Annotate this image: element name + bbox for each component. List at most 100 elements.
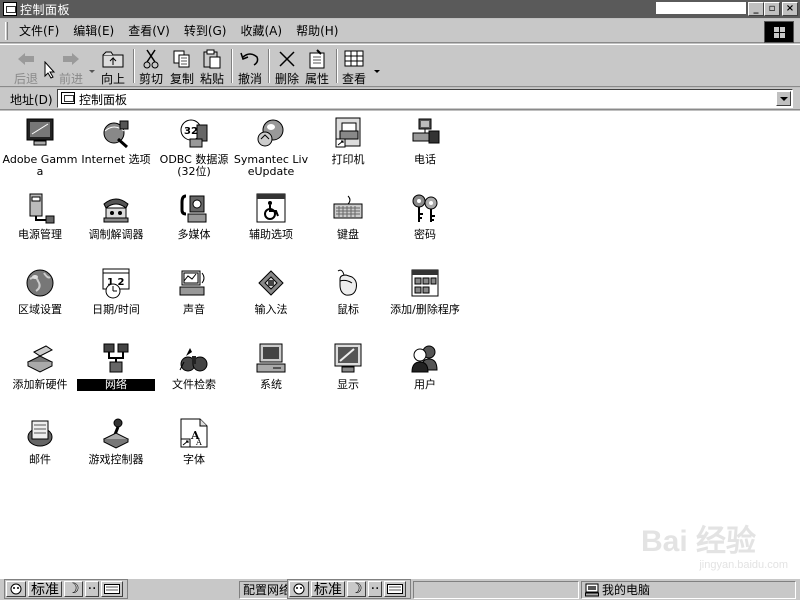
cp-item-telephony[interactable]: 电话 [386,116,464,166]
punctuation-icon[interactable]: ·· [367,581,383,597]
back-arrow-icon [16,49,36,69]
toolbar-separator [268,49,270,83]
ime-toolbar[interactable]: 标准 ☽ ·· [287,579,411,599]
binoculars-icon [177,341,211,375]
views-grid-icon [344,49,364,69]
soft-keyboard-icon[interactable] [384,581,407,597]
cp-item-multimedia[interactable]: 多媒体 [155,191,233,241]
cp-item-fonts[interactable]: AA 字体 [155,416,233,466]
icon-view: Adobe Gamma Internet 选项 32 ODBC 数据源 (32位… [0,111,800,578]
cp-item-sounds[interactable]: 声音 [155,266,233,316]
cp-item-accessibility[interactable]: 辅助选项 [232,191,310,241]
item-label: 添加/删除程序 [390,303,460,316]
properties-label: 属性 [304,72,329,86]
views-dropdown-icon[interactable] [374,63,380,77]
cp-item-printers[interactable]: 打印机 [309,116,387,166]
globe-update-icon [254,116,288,150]
cp-item-keyboard[interactable]: 键盘 [309,191,387,241]
address-value: 控制面板 [79,93,128,107]
cp-item-add-remove-programs[interactable]: 添加/删除程序 [386,266,464,316]
delete-label: 删除 [274,72,299,86]
item-label: 显示 [337,378,359,391]
cp-item-internet-options[interactable]: Internet 选项 [77,116,155,166]
ime-mode-label[interactable]: 标准 [28,581,62,598]
properties-button[interactable]: 属性 [303,49,331,87]
toolbar-separator [336,49,338,83]
forward-dropdown-icon[interactable] [89,63,95,77]
undo-button[interactable]: 撤消 [236,49,264,87]
menu-file[interactable]: 文件(F) [12,22,66,39]
cp-item-passwords[interactable]: 密码 [386,191,464,241]
up-button[interactable]: 向上 [99,49,127,87]
accessibility-icon [254,191,288,225]
forward-button[interactable]: 前进 [56,49,86,87]
restore-button[interactable]: ▫ [764,2,780,16]
mail-icon [23,416,57,450]
ime-mode-label[interactable]: 标准 [311,581,345,598]
cp-item-network[interactable]: 网络 [77,341,155,391]
address-dropdown-button[interactable] [776,91,791,106]
cp-item-power-management[interactable]: 电源管理 [1,191,79,241]
menu-grip [5,21,8,40]
close-button[interactable]: × [782,2,798,16]
cp-item-system[interactable]: 系统 [232,341,310,391]
add-remove-icon [408,266,442,300]
half-width-moon-icon[interactable]: ☽ [347,581,366,597]
soft-keyboard-icon[interactable] [101,581,124,597]
paste-button[interactable]: 粘贴 [198,49,226,87]
copy-button[interactable]: 复制 [168,49,196,87]
cut-button[interactable]: 剪切 [137,49,165,87]
ime-logo-icon[interactable] [289,581,309,597]
odbc-icon: 32 [177,116,211,150]
up-label: 向上 [100,72,125,86]
back-label: 后退 [13,72,38,86]
cp-item-adobe-gamma[interactable]: Adobe Gamma [1,116,79,178]
minimize-button[interactable]: _ [748,2,764,16]
menu-edit[interactable]: 编辑(E) [66,22,121,39]
title-bar-strip [656,2,746,14]
cp-item-modems[interactable]: 调制解调器 [77,191,155,241]
baidu-watermark: Bai 经验 [640,525,756,558]
ime-toolbar[interactable]: 标准 ☽ ·· [4,579,128,599]
item-label: 多媒体 [177,228,211,241]
forward-label: 前进 [58,72,83,86]
menu-view[interactable]: 查看(V) [121,22,177,39]
item-label: 鼠标 [337,303,359,316]
cp-item-mail[interactable]: 邮件 [1,416,79,466]
cp-item-symantec-liveupdate[interactable]: Symantec LiveUpdate [232,116,310,178]
address-label: 地址(D) [10,93,53,107]
item-label: 声音 [183,303,205,316]
cp-item-game-controllers[interactable]: 游戏控制器 [77,416,155,466]
item-label: 打印机 [331,153,365,166]
cp-item-display[interactable]: 显示 [309,341,387,391]
users-icon [408,341,442,375]
ime-logo-icon[interactable] [6,581,26,597]
menu-favorites[interactable]: 收藏(A) [233,22,289,39]
title-bar: 控制面板 _ ▫ × [0,0,800,18]
cut-label: 剪切 [138,72,163,86]
keyboard-icon [331,191,365,225]
cp-item-mouse[interactable]: 鼠标 [309,266,387,316]
cp-item-find-fast[interactable]: 文件检索 [155,341,233,391]
punctuation-icon[interactable]: ·· [84,581,100,597]
back-button[interactable]: 后退 [12,49,40,87]
delete-button[interactable]: 删除 [273,49,301,87]
address-input[interactable]: 控制面板 [57,89,793,108]
baidu-watermark-url: jingyan.baidu.com [699,559,788,571]
views-button[interactable]: 查看 [340,49,368,87]
cp-item-date-time[interactable]: 1 2 日期/时间 [77,266,155,316]
item-label: Adobe Gamma [2,153,78,178]
cp-item-users[interactable]: 用户 [386,341,464,391]
item-label: 键盘 [337,228,359,241]
item-label: 邮件 [29,453,51,466]
menu-help[interactable]: 帮助(H) [289,22,345,39]
cp-item-add-new-hardware[interactable]: 添加新硬件 [1,341,79,391]
half-width-moon-icon[interactable]: ☽ [64,581,83,597]
calendar-clock-icon: 1 2 [99,266,133,300]
cp-item-regional-settings[interactable]: 区域设置 [1,266,79,316]
item-label: Internet 选项 [81,153,151,166]
cp-item-input-method[interactable]: 输入法 [232,266,310,316]
internet-icon [99,116,133,150]
menu-go[interactable]: 转到(G) [177,22,234,39]
cp-item-odbc[interactable]: 32 ODBC 数据源 (32位) [155,116,233,178]
